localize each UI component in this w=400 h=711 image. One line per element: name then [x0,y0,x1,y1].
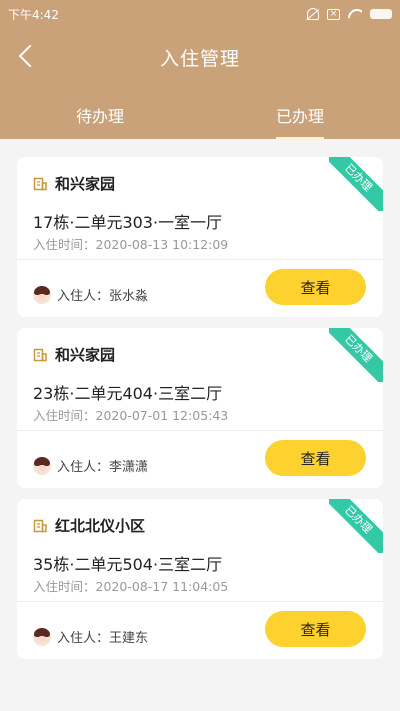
room-info: 35栋·二单元504·三室二厅 [33,555,223,574]
resident-info: 入住人：李潇潇 [33,456,148,475]
room-info: 23栋·二单元404·三室二厅 [33,384,223,403]
page-title: 入住管理 [159,48,240,70]
tab-pending[interactable]: 待办理 [0,96,200,139]
avatar-icon [33,456,51,475]
divider [17,259,383,260]
nav-bar: 入住管理 [0,28,400,84]
app-header: 下午4:42 × 入住管理 待办理 已办理 [0,0,400,139]
status-badge-label: 已办理 [329,499,383,553]
checkin-time: 入住时间：2020-08-17 11:04:05 [33,579,229,594]
battery-icon [370,9,392,19]
status-badge-label: 已办理 [329,157,383,211]
wifi-icon [348,9,362,19]
sim-off-icon: × [327,8,340,20]
building-icon [33,177,47,191]
resident-info: 入住人：张水淼 [33,285,148,304]
tab-completed[interactable]: 已办理 [200,96,400,139]
building-icon [33,348,47,362]
notification-muted-icon [307,8,319,20]
checkin-card[interactable]: 和兴家园 23栋·二单元404·三室二厅 入住时间：2020-07-01 12:… [17,328,383,488]
status-badge: 已办理 [329,499,383,553]
resident-name: 入住人：李潇潇 [57,460,149,475]
card-header: 红北北仪小区 [33,515,145,536]
community-name: 和兴家园 [55,175,116,193]
status-badge: 已办理 [329,328,383,382]
avatar-icon [33,285,51,304]
status-icons: × [307,8,392,20]
community-name: 和兴家园 [55,346,116,364]
checkin-list: 和兴家园 17栋·二单元303·一室一厅 入住时间：2020-08-13 10:… [17,157,383,670]
view-button[interactable]: 查看 [265,440,366,476]
resident-name: 入住人：王建东 [57,631,149,646]
checkin-time: 入住时间：2020-07-01 12:05:43 [33,408,229,423]
card-header: 和兴家园 [33,173,115,194]
community-name: 红北北仪小区 [55,517,146,535]
avatar-icon [33,627,51,646]
view-button[interactable]: 查看 [265,269,366,305]
checkin-card[interactable]: 红北北仪小区 35栋·二单元504·三室二厅 入住时间：2020-08-17 1… [17,499,383,659]
tab-bar: 待办理 已办理 [0,96,400,139]
divider [17,601,383,602]
divider [17,430,383,431]
view-button[interactable]: 查看 [265,611,366,647]
room-info: 17栋·二单元303·一室一厅 [33,213,223,232]
building-icon [33,519,47,533]
checkin-time: 入住时间：2020-08-13 10:12:09 [33,237,229,252]
resident-info: 入住人：王建东 [33,627,148,646]
checkin-card[interactable]: 和兴家园 17栋·二单元303·一室一厅 入住时间：2020-08-13 10:… [17,157,383,317]
status-time: 下午4:42 [8,7,59,22]
resident-name: 入住人：张水淼 [57,289,149,304]
status-badge: 已办理 [329,157,383,211]
status-bar: 下午4:42 × [0,0,400,28]
status-badge-label: 已办理 [329,328,383,382]
card-header: 和兴家园 [33,344,115,365]
